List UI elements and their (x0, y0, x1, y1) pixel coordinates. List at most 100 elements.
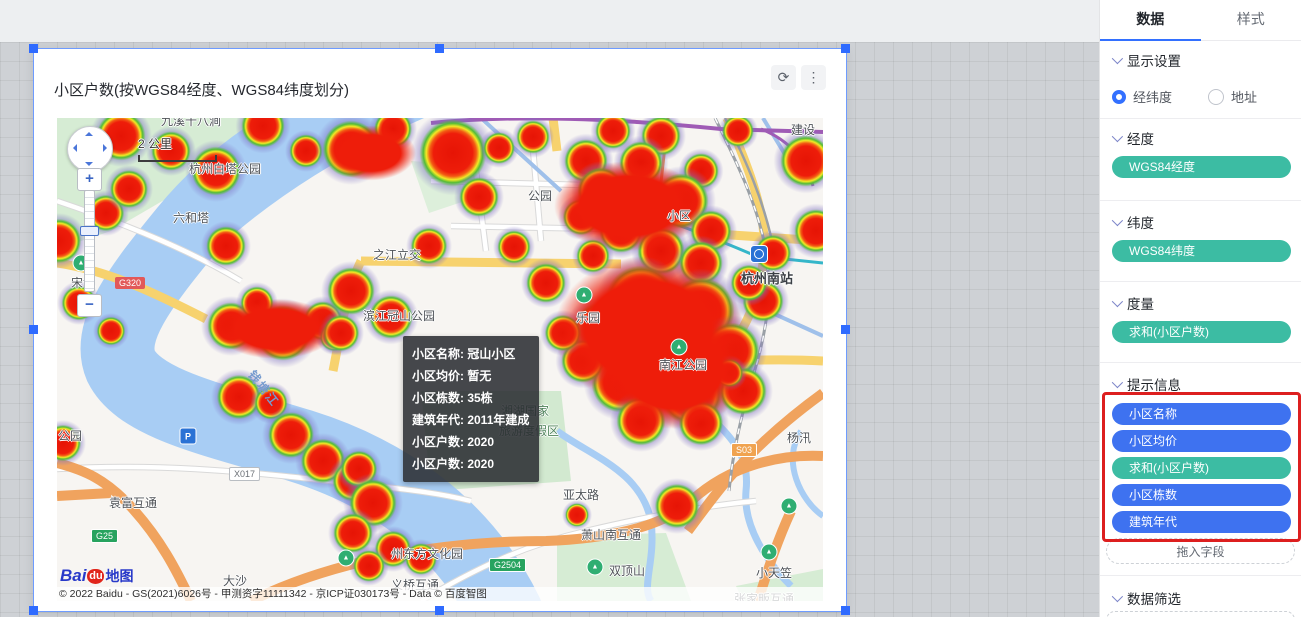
heat-cluster-core (216, 299, 336, 359)
selection-handle[interactable] (435, 44, 444, 53)
heat-blob (649, 478, 705, 534)
section-tooltip-header[interactable]: 提示信息 (1112, 374, 1291, 394)
map-label-九溪十八涧: 九溪十八涧 (161, 118, 221, 129)
coord-mode-radios: 经纬度 地址 (1112, 87, 1291, 106)
park-poi-icon: ▲ (587, 559, 604, 576)
map-label-公园: 公园 (528, 187, 552, 204)
baidu-map[interactable]: 九溪十八涧杭州白塔公园六和塔宋城公园小区建设之江立交滨江冠山公园乐园南江公园杭州… (57, 118, 823, 601)
field-pill-求和(小区户数)[interactable]: 求和(小区户数) (1112, 321, 1291, 343)
field-pill-WGS84纬度[interactable]: WGS84纬度 (1112, 240, 1291, 262)
selection-handle[interactable] (29, 606, 38, 615)
section-display-settings: 显示设置 经纬度 地址 (1112, 50, 1291, 106)
section-data-filter: 数据筛选 (1112, 588, 1291, 608)
chevron-down-icon (1112, 53, 1123, 64)
heat-blob (454, 172, 504, 222)
radio-地址[interactable]: 地址 (1208, 87, 1257, 106)
radio-经纬度[interactable]: 经纬度 (1112, 87, 1172, 106)
section-longitude-header[interactable]: 经度 (1112, 128, 1291, 148)
field-pill-求和(小区户数)[interactable]: 求和(小区户数) (1112, 457, 1291, 479)
park-poi-icon: ▲ (338, 550, 355, 567)
chevron-down-icon (1112, 296, 1123, 307)
park-poi-icon: ▲ (576, 287, 593, 304)
map-label-小天笠: 小天笠 (756, 564, 792, 581)
tooltip-line: 小区均价: 暂无 (412, 365, 530, 387)
chevron-down-icon (1112, 591, 1123, 602)
pan-left-icon[interactable] (73, 144, 77, 152)
tooltip-line: 小区户数: 2020 (412, 431, 530, 453)
chevron-down-icon (1112, 215, 1123, 226)
baidu-paw-icon: du (87, 569, 104, 584)
selection-handle[interactable] (841, 325, 850, 334)
drop-field-button[interactable]: 拖入字段 (1106, 538, 1295, 564)
selection-handle[interactable] (29, 44, 38, 53)
pan-up-icon[interactable] (85, 132, 93, 136)
selection-handle[interactable] (841, 44, 850, 53)
radio-dot-icon (1208, 89, 1224, 105)
field-pill-小区栋数[interactable]: 小区栋数 (1112, 484, 1291, 506)
selection-handle[interactable] (435, 606, 444, 615)
tooltip-line: 小区栋数: 35栋 (412, 387, 530, 409)
top-strip (0, 0, 1100, 43)
road-badge-G2504: G2504 (489, 558, 526, 572)
zoom-out-button[interactable]: − (77, 294, 102, 317)
pan-right-icon[interactable] (103, 144, 107, 152)
tab-样式[interactable]: 样式 (1201, 0, 1301, 40)
field-pill-小区名称[interactable]: 小区名称 (1112, 403, 1291, 425)
map-scale: 2 公里 (138, 135, 217, 162)
map-label-建设: 建设 (791, 121, 815, 138)
section-latitude-header[interactable]: 纬度 (1112, 212, 1291, 232)
heat-cluster-core (554, 161, 704, 251)
heat-blob (105, 165, 153, 213)
map-label-之江立交: 之江立交 (373, 246, 421, 263)
heat-blob (93, 313, 129, 349)
map-label-小区: 小区 (667, 207, 691, 224)
chart-card[interactable]: 小区户数(按WGS84经度、WGS84纬度划分) ⟳ ⋮ (33, 48, 847, 612)
baidu-logo-map: 地图 (105, 566, 133, 586)
map-pan-control[interactable] (67, 126, 113, 172)
park-poi-icon: ▲ (761, 544, 778, 561)
chevron-down-icon (1112, 131, 1123, 142)
more-menu-button[interactable]: ⋮ (801, 65, 826, 90)
heat-blob (493, 226, 535, 268)
map-label-杭州南站: 杭州南站 (741, 268, 793, 287)
zoom-slider-thumb[interactable] (80, 226, 99, 236)
drop-field-stub[interactable] (1106, 611, 1295, 617)
tooltip-line: 小区户数: 2020 (412, 453, 530, 475)
map-attribution: © 2022 Baidu - GS(2021)6026号 - 甲测资字11111… (57, 587, 823, 601)
config-sidebar: 数据样式 显示设置 经纬度地址 经度 WGS84经度 纬度 WGS84 (1099, 0, 1301, 617)
road-badge-X017: X017 (229, 467, 260, 481)
dashboard-canvas[interactable]: 小区户数(按WGS84经度、WGS84纬度划分) ⟳ ⋮ (0, 42, 1100, 617)
section-longitude: 经度 WGS84经度 (1112, 128, 1291, 178)
road-badge-G320: G320 (115, 277, 145, 289)
radio-dot-icon (1112, 90, 1126, 104)
section-latitude: 纬度 WGS84纬度 (1112, 212, 1291, 262)
road-badge-S03: S03 (731, 443, 757, 457)
heat-cluster-core (326, 126, 416, 181)
map-label-乐园: 乐园 (576, 309, 600, 326)
selection-handle[interactable] (841, 606, 850, 615)
field-pill-WGS84经度[interactable]: WGS84经度 (1112, 156, 1291, 178)
refresh-button[interactable]: ⟳ (771, 65, 796, 90)
map-label-萧山南互通: 萧山南互通 (581, 526, 641, 543)
zoom-slider-track[interactable] (84, 190, 95, 292)
section-measure-header[interactable]: 度量 (1112, 293, 1291, 313)
field-pill-小区均价[interactable]: 小区均价 (1112, 430, 1291, 452)
chevron-down-icon (1112, 377, 1123, 388)
app-screen: 小区户数(按WGS84经度、WGS84纬度划分) ⟳ ⋮ (0, 0, 1301, 617)
map-scale-label: 2 公里 (138, 137, 172, 151)
field-pill-建筑年代[interactable]: 建筑年代 (1112, 511, 1291, 533)
zoom-in-button[interactable]: + (77, 168, 102, 191)
chart-toolbar: ⟳ ⋮ (771, 65, 826, 90)
section-filter-header[interactable]: 数据筛选 (1112, 588, 1291, 608)
heat-blob (512, 118, 554, 158)
section-tooltip-info: 提示信息 小区名称小区均价求和(小区户数) 小区栋数建筑年代 (1112, 374, 1291, 533)
tab-数据[interactable]: 数据 (1100, 0, 1201, 40)
selection-handle[interactable] (29, 325, 38, 334)
map-tooltip: 小区名称: 冠山小区小区均价: 暂无小区栋数: 35栋建筑年代: 2011年建成… (403, 336, 539, 482)
map-label-滨江冠山公园: 滨江冠山公园 (363, 307, 435, 324)
map-label-亚太路: 亚太路 (563, 486, 599, 503)
pan-down-icon[interactable] (85, 162, 93, 166)
section-display-header[interactable]: 显示设置 (1112, 50, 1291, 70)
metro-poi-icon (750, 245, 768, 263)
heat-blob (349, 546, 389, 586)
